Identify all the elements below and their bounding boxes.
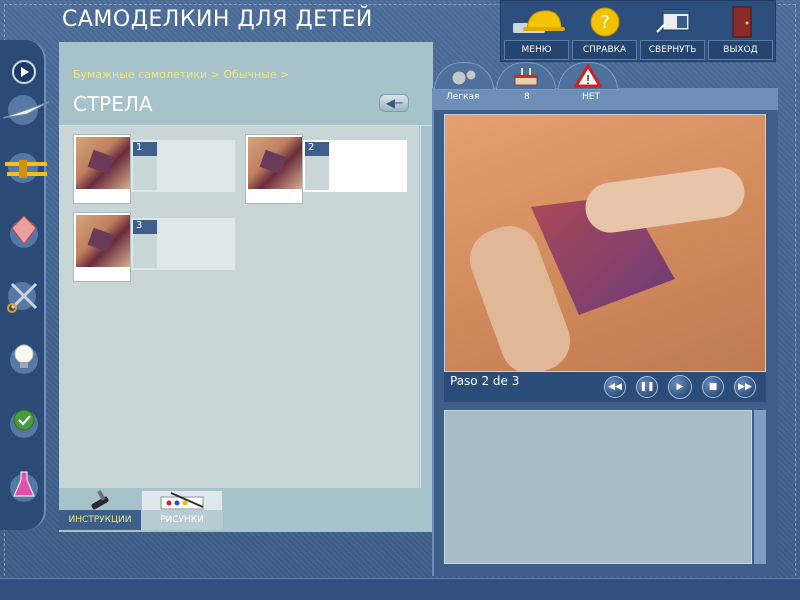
instructions-panel: Бумажные самолетики > Обычные > СТРЕЛА ◀… [59,42,433,488]
sidebar-paper-planes[interactable] [0,90,52,130]
sidebar-done[interactable] [4,402,44,442]
pause-button[interactable]: ❚❚ [636,376,658,398]
step-thumbnail [73,134,131,204]
stop-button[interactable]: ■ [702,376,724,398]
paper-plane-icon [2,95,50,125]
sidebar-experiments[interactable] [4,466,44,506]
check-icon [10,409,38,438]
pause-icon: ❚❚ [639,382,655,392]
step-thumbnail [245,134,303,204]
app-title: САМОДЕЛКИН ДЛЯ ДЕТЕЙ [62,7,373,32]
video-controls: Paso 2 de 3 ◀◀ ❚❚ ▶ ■ ▶▶ [444,372,766,402]
step-info: 2 [303,140,407,192]
step-card-2[interactable]: 2 [245,134,407,206]
kite-icon [10,215,38,248]
play-icon: ▶ [676,382,684,392]
sidebar-kites[interactable] [4,212,44,252]
gears-icon [451,69,477,86]
step-notes [444,410,752,564]
steps-scrollbar[interactable] [420,126,430,488]
difficulty-label: Легкая [446,92,480,102]
lightbulb-icon [10,344,38,374]
tab-danger[interactable]: ! [558,62,618,90]
scissors-icon [7,282,38,313]
help-icon: ? [590,7,619,37]
warning-icon: ! [574,64,602,88]
biplane-icon [5,153,47,183]
menu-label: МЕНЮ [504,40,569,60]
fast-forward-icon: ▶▶ [738,382,752,392]
rewind-icon: ◀◀ [608,382,622,392]
stop-icon: ■ [708,382,718,392]
video-step-caption: Paso 2 de 3 [450,374,520,388]
forward-button[interactable]: ▶▶ [734,376,756,398]
tab-age[interactable] [496,62,556,90]
breadcrumb[interactable]: Бумажные самолетики > Обычные > [73,68,289,81]
tab-instructions[interactable]: ИНСТРУКЦИИ [59,510,141,530]
category-sidebar [0,40,50,530]
back-arrow-icon: ◀─ [385,96,403,110]
exit-label: ВЫХОД [708,40,773,60]
hardhat-icon [512,10,565,33]
step-number: 1 [133,142,157,156]
tab-difficulty[interactable] [434,62,494,90]
exit-door-icon [732,6,751,38]
title-bar: САМОДЕЛКИН ДЛЯ ДЕТЕЙ [44,0,524,42]
birthday-cake-icon [514,68,538,86]
bottom-tabs: ИНСТРУКЦИИ РИСУНКИ [59,488,433,532]
help-button[interactable]: ? СПРАВКА [571,1,638,61]
back-button[interactable]: ◀─ [379,94,409,112]
panel-header: Бумажные самолетики > Обычные > СТРЕЛА ◀… [59,42,433,126]
step-info: 3 [131,218,235,270]
video-player[interactable] [444,114,766,372]
svg-text:?: ? [600,12,610,33]
sidebar-crafts[interactable] [4,276,44,316]
notes-scrollbar[interactable] [754,410,766,564]
minimize-button[interactable]: СВЕРНУТЬ [639,1,706,61]
minimize-label: СВЕРНУТЬ [640,40,705,60]
steps-list: 1 2 3 [59,126,419,488]
help-label: СПРАВКА [572,40,637,60]
tab-drawings[interactable]: РИСУНКИ [141,510,223,530]
step-number: 2 [305,142,329,156]
rewind-button[interactable]: ◀◀ [604,376,626,398]
play-arrow-icon [12,60,36,84]
sidebar-play-button[interactable] [4,52,44,92]
flask-icon [10,471,38,502]
page-title: СТРЕЛА [73,92,153,116]
sidebar-ideas[interactable] [4,338,44,378]
top-navigation: МЕНЮ ? СПРАВКА СВЕРНУТЬ ВЫХОД [500,0,776,62]
bottom-strip [0,578,800,600]
step-info: 1 [131,140,235,192]
danger-label: НЕТ [582,92,600,102]
screwdriver-icon [91,490,109,510]
minimize-window-icon [655,9,689,33]
step-number: 3 [133,220,157,234]
svg-text:!: ! [586,73,591,87]
step-thumbnail [73,212,131,282]
age-label: 8 [524,92,530,102]
menu-button[interactable]: МЕНЮ [503,1,570,61]
paint-palette-icon [160,492,204,510]
step-card-1[interactable]: 1 [73,134,235,206]
step-card-3[interactable]: 3 [73,212,235,284]
play-button[interactable]: ▶ [668,375,692,399]
sidebar-airplanes[interactable] [0,148,52,188]
exit-button[interactable]: ВЫХОД [707,1,774,61]
info-tabs: Легкая 8 ! НЕТ [432,62,778,104]
